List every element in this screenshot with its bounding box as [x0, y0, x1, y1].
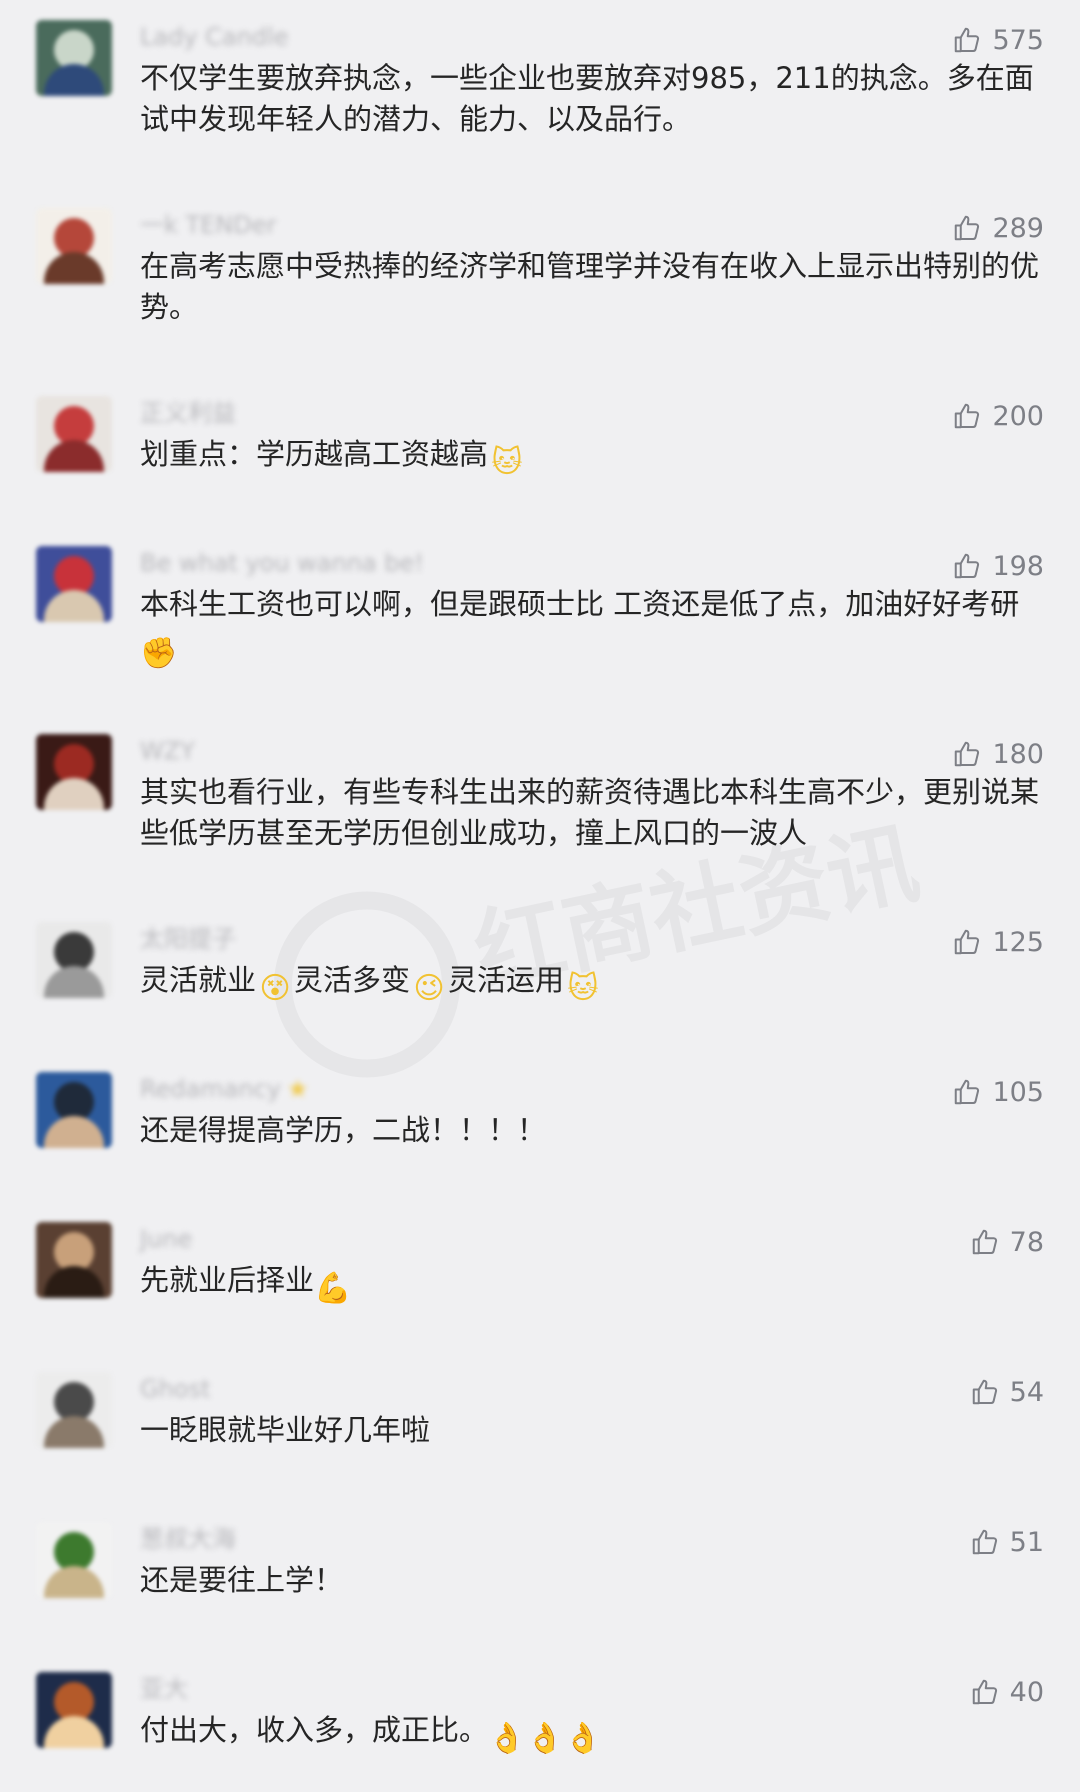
- comment-text: 一眨眼就毕业好几年啦: [140, 1410, 1040, 1451]
- comment-text-body: 还是要往上学！: [140, 1563, 344, 1597]
- like-button[interactable]: 51: [970, 1522, 1044, 1562]
- username[interactable]: 太阳提子: [140, 922, 236, 956]
- like-button[interactable]: 180: [952, 734, 1044, 774]
- comment-text: 划重点：学历越高工资越高 🐱: [140, 434, 1040, 482]
- comment-text-segment: 灵活就业: [140, 963, 257, 997]
- username[interactable]: Lady Candle: [140, 20, 289, 54]
- like-count: 200: [992, 400, 1044, 432]
- like-button[interactable]: 54: [970, 1372, 1044, 1412]
- raised-fist-icon: ✊: [140, 636, 178, 671]
- star-icon: ★: [287, 1075, 309, 1103]
- comment-text-body: 其实也看行业，有些专科生出来的薪资待遇比本科生高不少，更别说某些低学历甚至无学历…: [140, 775, 1040, 850]
- avatar[interactable]: [36, 1072, 112, 1148]
- thumbs-up-icon: [970, 1227, 1000, 1257]
- like-count: 40: [1009, 1676, 1044, 1708]
- thumbs-up-icon: [952, 551, 982, 581]
- like-button[interactable]: 575: [952, 20, 1044, 60]
- thumbs-up-icon: [952, 401, 982, 431]
- like-button[interactable]: 105: [952, 1072, 1044, 1112]
- comment-text-body: 一眨眼就毕业好几年啦: [140, 1413, 431, 1447]
- comment-text-segment: 灵活运用: [448, 963, 565, 997]
- avatar[interactable]: [36, 1522, 112, 1598]
- flexed-biceps-icon: 💪: [314, 1271, 352, 1306]
- dizzy-face-icon: 😵: [259, 971, 291, 1006]
- thumbs-up-icon: [952, 927, 982, 957]
- ok-hand-icon: 👌: [526, 1721, 564, 1756]
- username[interactable]: June: [140, 1222, 192, 1256]
- thumbs-up-icon: [952, 25, 982, 55]
- username[interactable]: Redamancy ★: [140, 1072, 309, 1106]
- like-button[interactable]: 78: [970, 1222, 1044, 1262]
- comment-text-body: 划重点：学历越高工资越高: [140, 437, 489, 471]
- avatar[interactable]: [36, 1672, 112, 1748]
- cat-face-icon: 🐱: [491, 445, 523, 480]
- comment-text: 先就业后择业💪: [140, 1260, 1040, 1308]
- comment-text-body: 还是得提高学历，二战！！！！: [140, 1113, 547, 1147]
- username[interactable]: WZY: [140, 734, 195, 768]
- username[interactable]: Be what you wanna be!: [140, 546, 424, 580]
- thumbs-up-icon: [970, 1677, 1000, 1707]
- thumbs-up-icon: [952, 213, 982, 243]
- username[interactable]: Ghost: [140, 1372, 210, 1406]
- comment-text: 还是得提高学历，二战！！！！: [140, 1110, 1040, 1151]
- avatar[interactable]: [36, 396, 112, 472]
- like-count: 180: [992, 738, 1044, 770]
- wink-face-icon: 😉: [413, 971, 445, 1006]
- like-count: 198: [992, 550, 1044, 582]
- comment-text-segment: 灵活多变: [294, 963, 411, 997]
- avatar[interactable]: [36, 546, 112, 622]
- comment-text-body: 付出大，收入多，成正比。: [140, 1713, 489, 1747]
- like-count: 105: [992, 1076, 1044, 1108]
- like-count: 575: [992, 24, 1044, 56]
- thumbs-up-icon: [970, 1377, 1000, 1407]
- comment-text-body: 先就业后择业: [140, 1263, 315, 1297]
- comment-text: 本科生工资也可以啊，但是跟硕士比 工资还是低了点，加油好好考研 ✊: [140, 584, 1040, 673]
- comment-text-body: 在高考志愿中受热捧的经济学和管理学并没有在收入上显示出特别的优势。: [140, 249, 1040, 324]
- comment-text: 其实也看行业，有些专科生出来的薪资待遇比本科生高不少，更别说某些低学历甚至无学历…: [140, 772, 1040, 854]
- comment-text: 还是要往上学！: [140, 1560, 1040, 1601]
- like-button[interactable]: 125: [952, 922, 1044, 962]
- ok-hand-icon: 👌: [564, 1721, 602, 1756]
- avatar[interactable]: [36, 922, 112, 998]
- like-count: 54: [1009, 1376, 1044, 1408]
- comment-text: 付出大，收入多，成正比。👌👌👌: [140, 1710, 1040, 1758]
- avatar[interactable]: [36, 734, 112, 810]
- comment-list: 红商社资讯 Lady Candle575不仅学生要放弃执念，一些企业也要放弃对9…: [0, 0, 1080, 1792]
- comment-text: 在高考志愿中受热捧的经济学和管理学并没有在收入上显示出特别的优势。: [140, 246, 1040, 328]
- like-button[interactable]: 289: [952, 208, 1044, 248]
- like-count: 125: [992, 926, 1044, 958]
- comment-text-body: 不仅学生要放弃执念，一些企业也要放弃对985，211的执念。多在面试中发现年轻人…: [140, 61, 1034, 136]
- like-count: 51: [1009, 1526, 1044, 1558]
- like-button[interactable]: 198: [952, 546, 1044, 586]
- like-button[interactable]: 40: [970, 1672, 1044, 1712]
- comment-text: 不仅学生要放弃执念，一些企业也要放弃对985，211的执念。多在面试中发现年轻人…: [140, 58, 1040, 140]
- like-button[interactable]: 200: [952, 396, 1044, 436]
- ok-hand-icon: 👌: [488, 1721, 526, 1756]
- avatar[interactable]: [36, 20, 112, 96]
- avatar[interactable]: [36, 1222, 112, 1298]
- like-count: 289: [992, 212, 1044, 244]
- cat-face-icon: 🐱: [567, 971, 599, 1006]
- username[interactable]: 亚大: [140, 1672, 188, 1706]
- thumbs-up-icon: [952, 1077, 982, 1107]
- comment-text-body: 本科生工资也可以啊，但是跟硕士比 工资还是低了点，加油好好考研: [140, 587, 1020, 621]
- username[interactable]: 一k TENDer: [140, 208, 276, 242]
- username[interactable]: 正义利益: [140, 396, 236, 430]
- avatar[interactable]: [36, 208, 112, 284]
- avatar[interactable]: [36, 1372, 112, 1448]
- like-count: 78: [1009, 1226, 1044, 1258]
- comment-text: 灵活就业 😵 灵活多变 😉 灵活运用 🐱: [140, 960, 1040, 1008]
- username[interactable]: 葱叔大海: [140, 1522, 236, 1556]
- thumbs-up-icon: [952, 739, 982, 769]
- thumbs-up-icon: [970, 1527, 1000, 1557]
